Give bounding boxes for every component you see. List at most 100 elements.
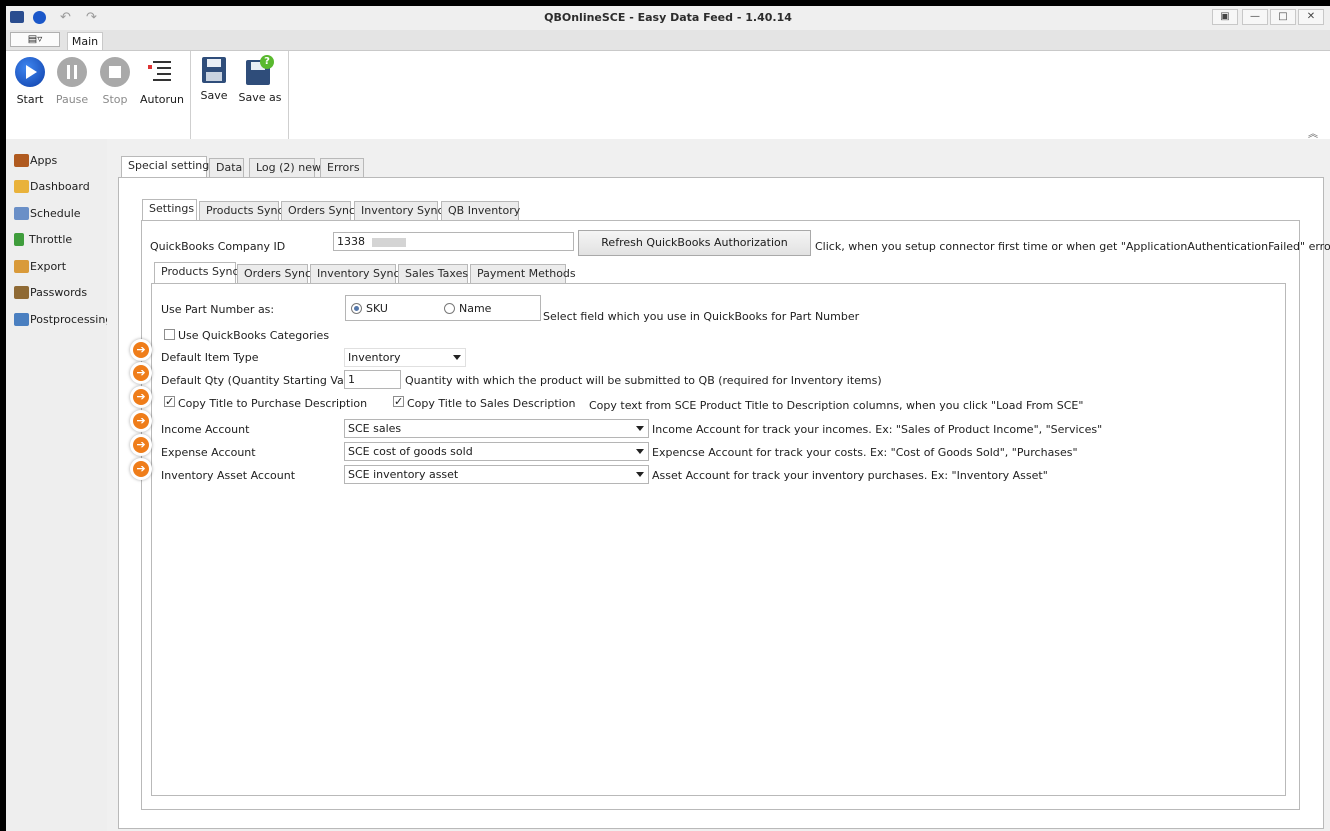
tab-inner-orders-sync[interactable]: Orders Sync bbox=[237, 264, 311, 284]
copy-purchase-checkbox[interactable]: ✓ bbox=[164, 396, 175, 407]
tab-inner-sales-taxes[interactable]: Sales Taxes bbox=[398, 264, 468, 284]
briefcase-icon bbox=[14, 153, 29, 167]
copy-sales-label: Copy Title to Sales Description bbox=[407, 397, 576, 410]
settings-panel: QuickBooks Company ID 1338 Refresh Quick… bbox=[141, 220, 1330, 810]
arrow-right-icon: ➔ bbox=[130, 386, 152, 408]
qty-label: Default Qty (Quantity Starting Value) bbox=[161, 374, 365, 387]
chevron-down-icon bbox=[636, 426, 644, 431]
autorun-button[interactable]: Autorun bbox=[140, 57, 184, 106]
expense-account-label: Expense Account bbox=[161, 446, 256, 459]
tab-products-sync[interactable]: Products Sync bbox=[199, 201, 284, 221]
redacted-value bbox=[371, 237, 406, 247]
radio-sku-label: SKU bbox=[366, 302, 388, 315]
arrow-right-icon: ➔ bbox=[130, 434, 152, 456]
use-categories-checkbox[interactable] bbox=[164, 329, 175, 340]
tab-inner-products-sync[interactable]: Products Sync bbox=[154, 262, 239, 284]
tab-settings[interactable]: Settings bbox=[142, 199, 197, 221]
app-menu-button[interactable]: ▤▿ bbox=[10, 32, 60, 47]
qty-input[interactable]: 1 bbox=[344, 370, 401, 389]
minimize-icon[interactable]: — bbox=[1242, 9, 1268, 25]
item-type-select[interactable]: Inventory bbox=[344, 348, 466, 367]
close-icon[interactable]: ✕ bbox=[1298, 9, 1324, 25]
save-button[interactable]: Save bbox=[198, 57, 230, 102]
collapse-ribbon-icon[interactable]: ︽ bbox=[1308, 125, 1318, 140]
radio-name-label: Name bbox=[459, 302, 492, 315]
floppy-disk-icon bbox=[202, 57, 226, 83]
asset-account-select[interactable]: SCE inventory asset bbox=[344, 465, 649, 484]
arrow-right-icon: ➔ bbox=[130, 339, 152, 361]
sidebar-item-schedule[interactable]: Schedule bbox=[14, 204, 81, 222]
sidebar-item-passwords[interactable]: Passwords bbox=[14, 283, 87, 301]
income-account-label: Income Account bbox=[161, 423, 250, 436]
ribbon: Start Pause Stop Autorun Save ? Save as … bbox=[6, 50, 1330, 140]
arrow-right-icon: ➔ bbox=[130, 362, 152, 384]
tab-data[interactable]: Data bbox=[209, 158, 244, 178]
part-number-radio-group: SKU Name bbox=[345, 295, 541, 321]
asset-account-hint: Asset Account for track your inventory p… bbox=[652, 469, 1048, 482]
tab-qb-inventory[interactable]: QB Inventory bbox=[441, 201, 520, 221]
part-number-hint: Select field which you use in QuickBooks… bbox=[543, 310, 860, 323]
chevron-down-icon bbox=[636, 449, 644, 454]
part-number-label: Use Part Number as: bbox=[161, 303, 275, 316]
restore-icon[interactable]: ▣ bbox=[1212, 9, 1238, 25]
ribbon-separator bbox=[288, 51, 289, 139]
pause-button[interactable]: Pause bbox=[54, 57, 90, 106]
title-bar: ↶ ↷ QBOnlineSCE - Easy Data Feed - 1.40.… bbox=[6, 6, 1330, 31]
stop-icon bbox=[100, 57, 130, 87]
users-icon bbox=[14, 285, 29, 299]
tab-special-settings[interactable]: Special settings bbox=[121, 156, 215, 178]
company-id-hint: Click, when you setup connector first ti… bbox=[815, 240, 1330, 253]
window-title: QBOnlineSCE - Easy Data Feed - 1.40.14 bbox=[544, 11, 792, 24]
numbered-list-icon bbox=[147, 57, 177, 87]
arrow-right-icon: ➔ bbox=[130, 458, 152, 480]
special-settings-panel: Settings Products Sync Orders Sync Inven… bbox=[118, 177, 1330, 829]
item-type-label: Default Item Type bbox=[161, 351, 259, 364]
app-menu-icon: ▤▿ bbox=[27, 34, 43, 45]
income-account-select[interactable]: SCE sales bbox=[344, 419, 649, 438]
ribbon-tab-strip: ▤▿ Main bbox=[6, 30, 1330, 51]
expense-account-hint: Expencse Account for track your costs. E… bbox=[652, 446, 1078, 459]
sidebar-item-throttle[interactable]: Throttle bbox=[14, 230, 72, 248]
ribbon-tab-main[interactable]: Main bbox=[67, 32, 103, 51]
tab-log[interactable]: Log (2) new bbox=[249, 158, 321, 178]
chevron-down-icon bbox=[453, 355, 461, 360]
tab-inner-payment-methods[interactable]: Payment Methods bbox=[470, 264, 576, 284]
table-icon bbox=[14, 259, 29, 273]
main-content: Special settings Data Log (2) new Errors… bbox=[107, 139, 1330, 831]
home-icon bbox=[14, 179, 29, 193]
refresh-authorization-button[interactable]: Refresh QuickBooks Authorization bbox=[578, 230, 811, 256]
copy-purchase-label: Copy Title to Purchase Description bbox=[178, 397, 368, 410]
schedule-icon bbox=[14, 206, 29, 220]
ribbon-separator bbox=[190, 51, 191, 139]
qty-hint: Quantity with which the product will be … bbox=[405, 374, 882, 387]
tab-orders-sync[interactable]: Orders Sync bbox=[281, 201, 355, 221]
expense-account-select[interactable]: SCE cost of goods sold bbox=[344, 442, 649, 461]
sidebar-item-apps[interactable]: Apps bbox=[14, 151, 57, 169]
asset-account-label: Inventory Asset Account bbox=[161, 469, 296, 482]
tab-inventory-sync[interactable]: Inventory Sync bbox=[354, 201, 444, 221]
products-sync-panel: Use Part Number as: SKU Name Select fiel… bbox=[151, 283, 1286, 796]
sidebar-item-export[interactable]: Export bbox=[14, 257, 66, 275]
pause-icon bbox=[57, 57, 87, 87]
stop-button[interactable]: Stop bbox=[97, 57, 133, 106]
maximize-icon[interactable]: □ bbox=[1270, 9, 1296, 25]
copy-sales-checkbox[interactable]: ✓ bbox=[393, 396, 404, 407]
app-window: ↶ ↷ QBOnlineSCE - Easy Data Feed - 1.40.… bbox=[6, 6, 1330, 831]
arrow-right-icon: ➔ bbox=[130, 410, 152, 432]
income-account-hint: Income Account for track your incomes. E… bbox=[652, 423, 1103, 436]
company-id-label: QuickBooks Company ID bbox=[150, 240, 286, 253]
company-id-input[interactable]: 1338 bbox=[333, 232, 574, 251]
radio-sku[interactable] bbox=[351, 303, 362, 314]
tab-errors[interactable]: Errors bbox=[320, 158, 364, 178]
tab-inner-inventory-sync[interactable]: Inventory Sync bbox=[310, 264, 400, 284]
play-icon bbox=[15, 57, 45, 87]
sidebar-item-dashboard[interactable]: Dashboard bbox=[14, 177, 90, 195]
sidebar-item-postprocessing[interactable]: Postprocessing bbox=[14, 310, 112, 328]
chevron-down-icon bbox=[636, 472, 644, 477]
radio-name[interactable] bbox=[444, 303, 455, 314]
floppy-disk-help-icon: ? bbox=[246, 55, 274, 85]
start-button[interactable]: Start bbox=[12, 57, 48, 106]
copy-hint: Copy text from SCE Product Title to Desc… bbox=[589, 399, 1084, 412]
save-as-button[interactable]: ? Save as bbox=[238, 55, 282, 104]
use-categories-label: Use QuickBooks Categories bbox=[178, 329, 330, 342]
